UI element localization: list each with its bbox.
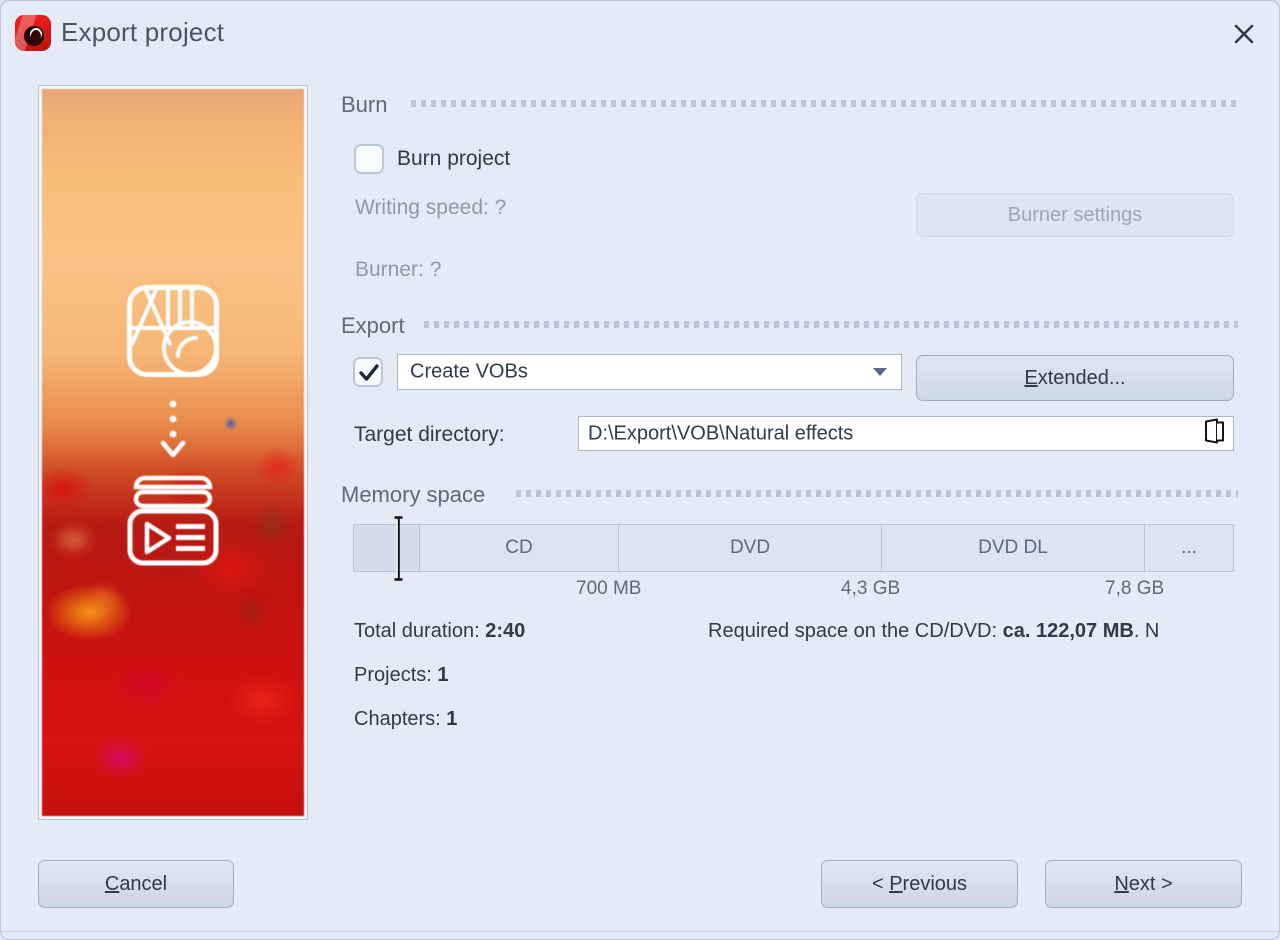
target-directory-input[interactable]: D:\Export\VOB\Natural effects xyxy=(578,416,1234,451)
chapters-label: Chapters: xyxy=(354,708,441,730)
chevron-down-icon xyxy=(873,368,887,376)
create-vobs-checkbox[interactable] xyxy=(353,357,383,387)
cancel-label: Cancel xyxy=(104,872,168,895)
memory-segment-dvd[interactable]: DVD xyxy=(619,525,882,571)
required-space-tail: . N xyxy=(1133,620,1160,642)
target-directory-value: D:\Export\VOB\Natural effects xyxy=(588,422,854,444)
export-section-heading: Export xyxy=(341,313,405,338)
memory-segment-label: DVD xyxy=(729,537,771,558)
folder-open-icon[interactable] xyxy=(1203,418,1225,449)
memory-segment-cd[interactable]: CD xyxy=(420,525,619,571)
cancel-button[interactable]: Cancel xyxy=(38,860,234,908)
memory-segment-start[interactable] xyxy=(354,525,420,571)
extended-button[interactable]: Extended... xyxy=(916,355,1234,401)
projects-label: Projects: xyxy=(354,664,432,686)
total-duration-value: 2:40 xyxy=(485,620,526,642)
total-duration-label: Total duration: xyxy=(354,620,480,642)
memory-segment-label: ... xyxy=(1181,537,1197,558)
projects-stat: Projects: 1 xyxy=(354,664,449,687)
writing-speed-label: Writing speed: ? xyxy=(355,196,507,219)
burn-section-heading: Burn xyxy=(341,92,388,117)
memory-space-divider xyxy=(516,490,1238,497)
next-button[interactable]: Next > xyxy=(1045,860,1242,908)
previous-button[interactable]: < Previous xyxy=(821,860,1018,908)
export-project-dialog: Export project Burn Burn project Writing… xyxy=(0,0,1280,940)
burner-label: Burner: ? xyxy=(355,258,442,281)
burn-section-divider xyxy=(411,100,1238,107)
memory-tick-label: 4,3 GB xyxy=(841,578,901,599)
memory-segment--[interactable]: ... xyxy=(1145,525,1233,571)
target-directory-label: Target directory: xyxy=(354,423,505,446)
burn-project-label: Burn project xyxy=(397,147,511,170)
export-section-divider xyxy=(424,321,1238,328)
text-cursor-icon xyxy=(394,516,403,581)
footer-divider xyxy=(1,931,1279,932)
required-space-label: Required space on the CD/DVD: xyxy=(708,620,998,642)
chapters-value: 1 xyxy=(446,708,458,730)
memory-segment-dvd-dl[interactable]: DVD DL xyxy=(882,525,1145,571)
burner-settings-label: Burner settings xyxy=(1007,203,1143,226)
memory-tick-label: 7,8 GB xyxy=(1105,578,1165,599)
dialog-content: Burn Burn project Writing speed: ? Burne… xyxy=(1,1,1279,939)
extended-label: Extended... xyxy=(1024,366,1126,389)
required-space-value: ca. 122,07 MB xyxy=(1002,620,1134,642)
memory-space-bar[interactable]: CD DVD DVD DL... xyxy=(353,524,1234,572)
required-space-stat: Required space on the CD/DVD: ca. 122,07… xyxy=(708,620,1159,643)
total-duration-stat: Total duration: 2:40 xyxy=(354,620,525,643)
memory-space-heading: Memory space xyxy=(341,482,486,507)
burn-project-checkbox[interactable] xyxy=(354,144,384,174)
export-mode-select[interactable]: Create VOBs xyxy=(397,354,902,390)
chapters-stat: Chapters: 1 xyxy=(354,708,457,731)
burner-settings-button[interactable]: Burner settings xyxy=(916,193,1234,237)
memory-tick-label: 700 MB xyxy=(576,578,642,599)
export-mode-value: Create VOBs xyxy=(410,360,528,383)
memory-segment-label: CD xyxy=(505,537,533,558)
memory-segment-label: DVD DL xyxy=(978,537,1048,558)
projects-value: 1 xyxy=(437,664,449,686)
next-label: Next > xyxy=(1114,872,1173,895)
previous-label: < Previous xyxy=(871,872,968,895)
